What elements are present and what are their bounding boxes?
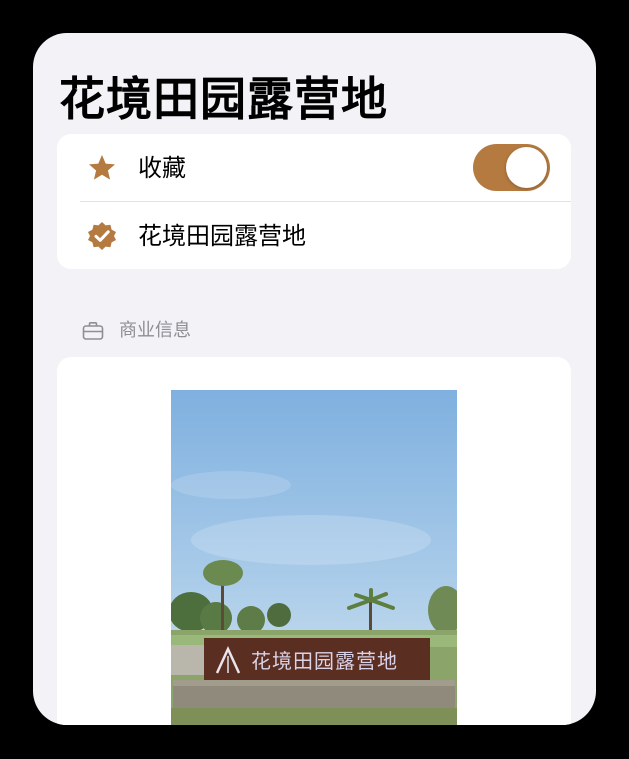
- sign-text: 花境田园露营地: [251, 649, 398, 673]
- campsite-photo[interactable]: 花境田园露营地: [171, 390, 457, 725]
- favorite-toggle[interactable]: [473, 144, 550, 191]
- star-icon: [86, 152, 118, 184]
- verified-row[interactable]: 花境田园露营地: [57, 202, 571, 269]
- favorite-label: 收藏: [138, 154, 186, 182]
- briefcase-icon: [82, 321, 104, 341]
- detail-panel: 花境田园露营地 收藏 花境田园露营地 商业信息 花境田园露营地: [33, 33, 596, 725]
- verified-label: 花境田园露营地: [138, 222, 306, 250]
- toggle-knob: [506, 147, 547, 188]
- verified-badge-icon: [86, 220, 118, 252]
- page-title: 花境田园露营地: [59, 72, 388, 126]
- business-info-card: 花境田园露营地: [57, 357, 571, 725]
- business-info-label: 商业信息: [119, 320, 191, 341]
- place-info-card: 收藏 花境田园露营地: [57, 134, 571, 269]
- favorite-row[interactable]: 收藏: [57, 134, 571, 201]
